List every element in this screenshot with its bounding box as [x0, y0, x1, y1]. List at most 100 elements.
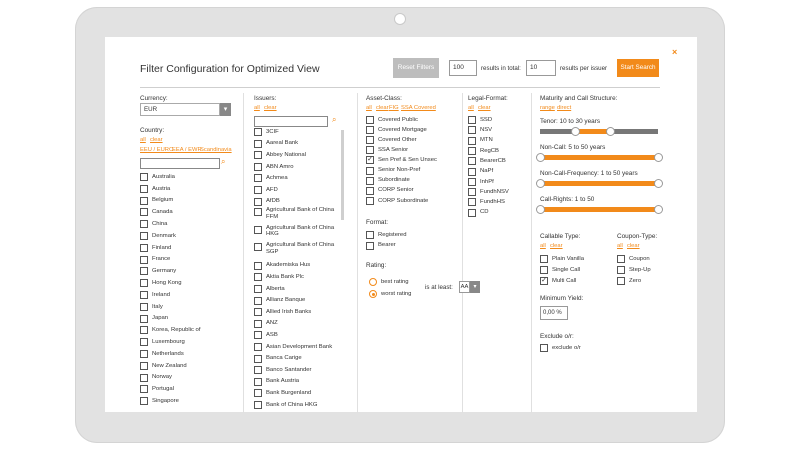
country-item[interactable]: Australia — [140, 171, 175, 183]
checkbox[interactable] — [468, 198, 476, 207]
checkbox[interactable] — [140, 385, 148, 394]
region-scandinavia-link[interactable]: Scandinavia — [200, 147, 232, 153]
checkbox[interactable] — [254, 208, 262, 217]
checkbox[interactable] — [140, 397, 148, 406]
checkbox[interactable] — [254, 225, 262, 234]
issuer-item[interactable]: Asian Development Bank — [254, 341, 332, 353]
checkbox[interactable] — [468, 126, 476, 135]
checkbox[interactable] — [468, 177, 476, 186]
checkbox[interactable] — [140, 232, 148, 240]
checkbox[interactable] — [254, 342, 262, 351]
checkbox[interactable] — [366, 186, 374, 195]
country-search-input[interactable] — [140, 158, 220, 169]
issuer-item[interactable]: Achmea — [254, 172, 288, 184]
radio-button[interactable] — [369, 278, 377, 286]
region-eea-link[interactable]: EEA / EWR — [172, 147, 202, 153]
checkbox[interactable] — [254, 354, 262, 363]
issuer-item[interactable]: 3CIF — [254, 126, 279, 138]
checkbox[interactable] — [140, 350, 148, 358]
checkbox[interactable] — [140, 243, 148, 252]
checkbox[interactable] — [140, 361, 148, 370]
checkbox[interactable] — [468, 136, 476, 145]
issuers-clear-link[interactable]: clear — [264, 105, 277, 111]
issuer-item[interactable]: Aktia Bank Plc — [254, 271, 304, 283]
checkbox[interactable] — [254, 261, 262, 270]
legal-format-item[interactable]: CD — [468, 207, 489, 219]
country-item[interactable]: Norway — [140, 372, 172, 384]
asset-ssa-covered-link[interactable]: SSA Covered — [401, 105, 436, 111]
reset-filters-button[interactable]: Reset Filters — [393, 58, 439, 78]
checkbox[interactable] — [366, 196, 374, 205]
country-item[interactable]: Belgium — [140, 195, 173, 207]
checkbox[interactable] — [254, 296, 262, 305]
checkbox[interactable] — [617, 266, 625, 274]
checkbox[interactable] — [540, 344, 548, 352]
radio-button[interactable] — [369, 290, 377, 298]
checkbox[interactable] — [140, 302, 148, 311]
checkbox[interactable] — [254, 162, 262, 171]
issuer-item[interactable]: Agricultural Bank of China HKG — [254, 225, 344, 243]
issuer-item[interactable]: Abbey National — [254, 149, 306, 161]
checkbox[interactable] — [140, 173, 148, 181]
exclude-checkbox-row[interactable]: exclude o/r — [540, 342, 581, 354]
issuer-item[interactable]: AfDB — [254, 196, 280, 208]
country-all-link[interactable]: all — [140, 137, 146, 143]
country-item[interactable]: Luxembourg — [140, 336, 185, 348]
checkbox[interactable] — [254, 366, 262, 375]
checkmark-icon[interactable]: ✓ — [540, 277, 548, 285]
asset-fig-link[interactable]: FIG — [389, 105, 399, 111]
slider-handle-min[interactable] — [570, 127, 580, 136]
checkbox[interactable] — [366, 116, 374, 124]
checkbox[interactable] — [468, 167, 476, 176]
asset-all-link[interactable]: all — [366, 105, 372, 111]
checkbox[interactable] — [468, 208, 476, 217]
checkbox[interactable] — [366, 126, 374, 135]
checkbox[interactable] — [468, 157, 476, 166]
issuer-item[interactable]: Allied Irish Banks — [254, 306, 311, 318]
country-item[interactable]: Korea, Republic of — [140, 324, 200, 336]
checkbox[interactable] — [254, 128, 262, 136]
country-item[interactable]: France — [140, 254, 170, 266]
issuer-item[interactable]: Bank Burgenland — [254, 387, 311, 399]
slider-handle-min[interactable] — [535, 205, 545, 214]
callable-all-link[interactable]: all — [540, 243, 546, 249]
checkbox[interactable] — [254, 197, 262, 206]
results-total-input[interactable]: 100 — [449, 60, 477, 76]
country-item[interactable]: Finland — [140, 242, 171, 254]
country-item[interactable]: New Zealand — [140, 360, 187, 372]
issuer-item[interactable]: Bank of China HKG — [254, 399, 317, 411]
checkbox[interactable] — [140, 373, 148, 382]
format-item[interactable]: Bearer — [366, 240, 396, 252]
checkbox[interactable] — [366, 146, 374, 155]
chevron-down-icon[interactable]: ▾ — [220, 103, 231, 116]
issuer-item[interactable]: ANZ — [254, 318, 278, 330]
checkbox[interactable] — [140, 338, 148, 347]
country-item[interactable]: Singapore — [140, 395, 179, 407]
currency-select[interactable]: EUR — [140, 103, 220, 116]
coupon-all-link[interactable]: all — [617, 243, 623, 249]
country-item[interactable]: Germany — [140, 265, 176, 277]
country-item[interactable]: Canada — [140, 206, 173, 218]
issuer-item[interactable]: Banca Carige — [254, 353, 302, 365]
search-icon[interactable]: ⌕ — [221, 157, 225, 167]
best-rating-radio[interactable]: best rating — [369, 276, 409, 288]
checkbox[interactable] — [254, 400, 262, 409]
country-item[interactable]: Netherlands — [140, 348, 184, 360]
checkbox[interactable] — [254, 174, 262, 183]
issuer-item[interactable]: Bank Austria — [254, 376, 299, 388]
checkbox[interactable] — [140, 326, 148, 335]
callable-item[interactable]: ✓ Multi Call — [540, 275, 576, 287]
rating-select[interactable]: AA — [459, 281, 470, 293]
checkbox[interactable] — [254, 243, 262, 252]
issuer-item[interactable]: Aareal Bank — [254, 138, 298, 150]
min-yield-input[interactable]: 0,00 % — [540, 306, 568, 320]
country-item[interactable]: China — [140, 218, 167, 230]
checkbox[interactable] — [140, 220, 148, 229]
issuer-item[interactable]: Banco Santander — [254, 364, 312, 376]
checkbox[interactable] — [617, 277, 625, 285]
coupon-item[interactable]: Zero — [617, 275, 641, 287]
legal-all-link[interactable]: all — [468, 105, 474, 111]
chevron-down-icon[interactable]: ▾ — [470, 281, 480, 293]
slider-handle-max[interactable] — [653, 205, 663, 214]
checkbox[interactable] — [254, 308, 262, 317]
